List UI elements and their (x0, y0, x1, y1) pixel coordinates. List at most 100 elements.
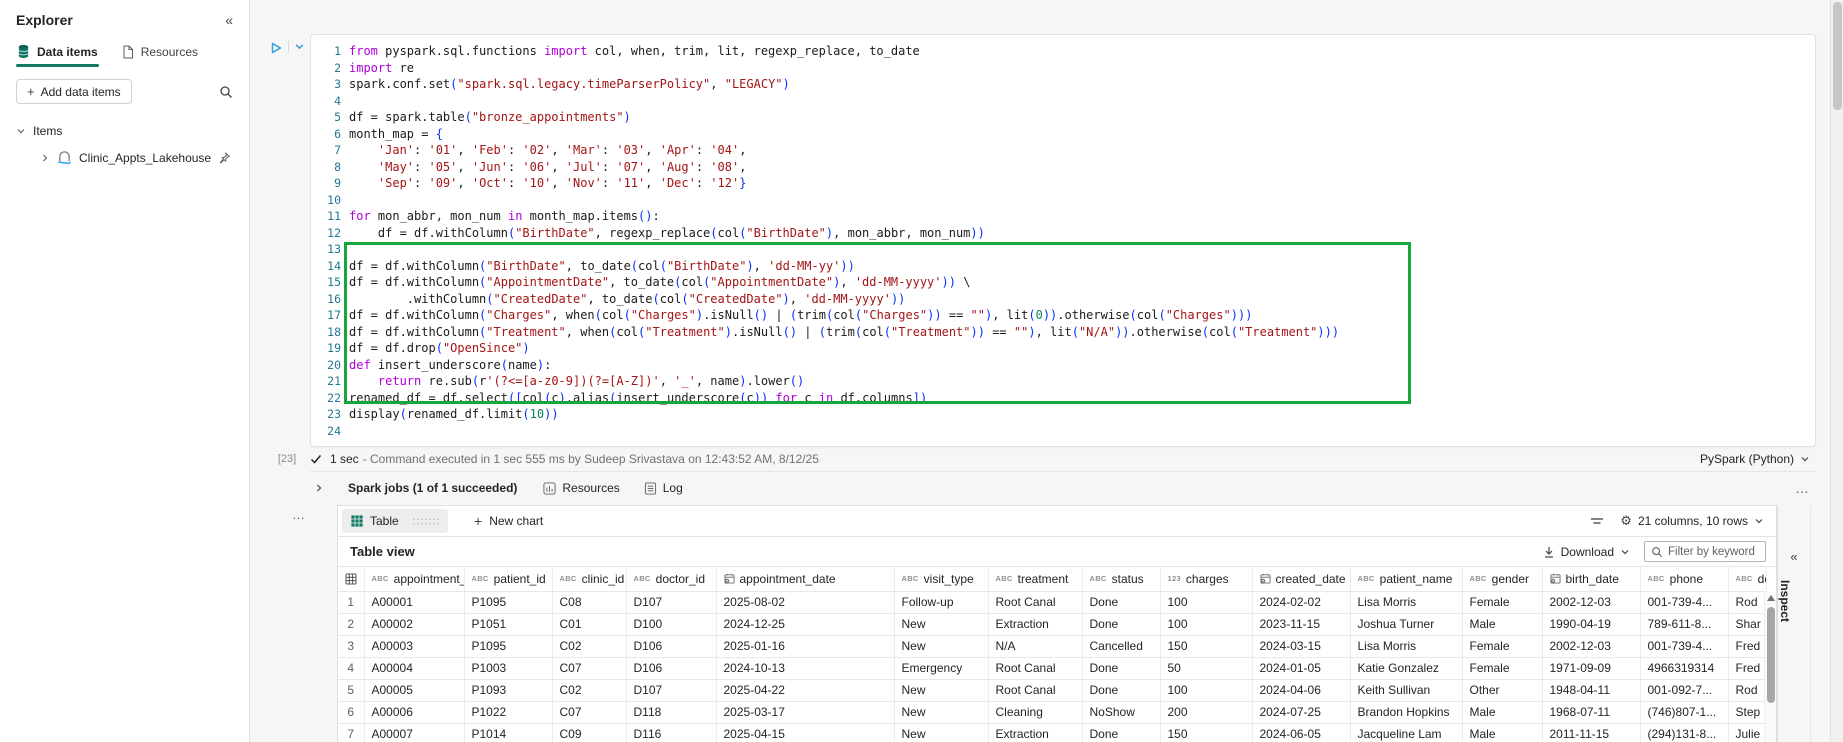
cell[interactable]: New (894, 723, 988, 742)
cell[interactable]: New (894, 701, 988, 723)
cell[interactable]: (746)807-1... (1640, 701, 1728, 723)
code-line[interactable]: 21 return re.sub(r'(?<=[a-z0-9])(?=[A-Z]… (311, 373, 1815, 390)
code-line[interactable]: 13 (311, 241, 1815, 258)
cell[interactable]: Female (1462, 635, 1542, 657)
cell[interactable]: 2024-10-13 (716, 657, 894, 679)
code-line[interactable]: 23display(renamed_df.limit(10)) (311, 406, 1815, 423)
code-line[interactable]: 16 .withColumn("CreatedDate", to_date(co… (311, 291, 1815, 308)
run-options-chevron-icon[interactable] (288, 41, 305, 52)
code-line[interactable]: 10 (311, 192, 1815, 209)
code-line[interactable]: 17df = df.withColumn("Charges", when(col… (311, 307, 1815, 324)
cell[interactable]: 2025-03-17 (716, 701, 894, 723)
cell[interactable]: Keith Sullivan (1350, 679, 1462, 701)
cell[interactable]: D106 (626, 657, 716, 679)
cell[interactable]: Lisa Morris (1350, 591, 1462, 613)
cell[interactable]: Done (1082, 723, 1160, 742)
cell[interactable]: C09 (552, 723, 626, 742)
output-more-icon[interactable]: … (292, 507, 306, 522)
cell[interactable]: 2024-01-05 (1252, 657, 1350, 679)
cell[interactable]: 150 (1160, 635, 1252, 657)
cell[interactable]: P1003 (464, 657, 552, 679)
table-row[interactable]: 4A00004P1003C07D1062024-10-13EmergencyRo… (338, 657, 1766, 679)
run-cell-button[interactable] (269, 41, 283, 55)
cell[interactable]: 2025-04-15 (716, 723, 894, 742)
cell[interactable]: A00003 (364, 635, 464, 657)
table-row[interactable]: 1A00001P1095C08D1072025-08-02Follow-upRo… (338, 591, 1766, 613)
cell[interactable]: 2024-04-06 (1252, 679, 1350, 701)
column-header-phone[interactable]: ABCphone (1640, 567, 1728, 591)
spark-jobs-label[interactable]: Spark jobs (1 of 1 succeeded) (348, 481, 517, 495)
column-header-status[interactable]: ABCstatus (1082, 567, 1160, 591)
cell[interactable]: Fred (1728, 657, 1766, 679)
cell[interactable]: P1014 (464, 723, 552, 742)
cell[interactable]: 100 (1160, 591, 1252, 613)
cell[interactable]: D100 (626, 613, 716, 635)
cell[interactable]: 100 (1160, 613, 1252, 635)
grid-corner-icon[interactable] (338, 567, 364, 591)
column-header-gender[interactable]: ABCgender (1462, 567, 1542, 591)
sidebar-collapse-icon[interactable]: « (225, 12, 233, 28)
cell[interactable]: 2025-04-22 (716, 679, 894, 701)
cell[interactable]: D107 (626, 679, 716, 701)
cell[interactable]: D107 (626, 591, 716, 613)
cell[interactable]: Julie (1728, 723, 1766, 742)
cell[interactable]: A00005 (364, 679, 464, 701)
cell[interactable]: Female (1462, 657, 1542, 679)
cell[interactable]: P1095 (464, 635, 552, 657)
code-line[interactable]: 11for mon_abbr, mon_num in month_map.ite… (311, 208, 1815, 225)
cell[interactable]: N/A (988, 635, 1082, 657)
code-line[interactable]: 7 'Jan': '01', 'Feb': '02', 'Mar': '03',… (311, 142, 1815, 159)
column-header-doctor_id[interactable]: ABCdoctor_id (626, 567, 716, 591)
chevron-down-icon[interactable] (16, 126, 26, 136)
cell[interactable]: C07 (552, 657, 626, 679)
column-header-charges[interactable]: 123charges (1160, 567, 1252, 591)
cell[interactable]: Cancelled (1082, 635, 1160, 657)
row-number[interactable]: 5 (338, 679, 364, 701)
code-line[interactable]: 1from pyspark.sql.functions import col, … (311, 43, 1815, 60)
cell[interactable]: 2024-12-25 (716, 613, 894, 635)
code-line[interactable]: 8 'May': '05', 'Jun': '06', 'Jul': '07',… (311, 159, 1815, 176)
cell[interactable]: 2024-06-05 (1252, 723, 1350, 742)
scroll-up-arrow-icon[interactable] (1767, 595, 1775, 601)
inspect-tab[interactable]: Inspect (1778, 580, 1792, 622)
cell[interactable]: Lisa Morris (1350, 635, 1462, 657)
cell[interactable]: 200 (1160, 701, 1252, 723)
cell[interactable]: P1093 (464, 679, 552, 701)
table-row[interactable]: 2A00002P1051C01D1002024-12-25NewExtracti… (338, 613, 1766, 635)
column-header-treatment[interactable]: ABCtreatment (988, 567, 1082, 591)
code-line[interactable]: 14df = df.withColumn("BirthDate", to_dat… (311, 258, 1815, 275)
cell[interactable]: C02 (552, 679, 626, 701)
cell[interactable]: Step (1728, 701, 1766, 723)
cell[interactable]: A00001 (364, 591, 464, 613)
cell[interactable]: Rod (1728, 679, 1766, 701)
row-number[interactable]: 2 (338, 613, 364, 635)
code-line[interactable]: 15df = df.withColumn("AppointmentDate", … (311, 274, 1815, 291)
cell[interactable]: 2024-03-15 (1252, 635, 1350, 657)
code-line[interactable]: 5df = spark.table("bronze_appointments") (311, 109, 1815, 126)
row-number[interactable]: 3 (338, 635, 364, 657)
cell[interactable]: 150 (1160, 723, 1252, 742)
cell[interactable]: 001-739-4... (1640, 635, 1728, 657)
cell[interactable]: NoShow (1082, 701, 1160, 723)
code-line[interactable]: 24 (311, 423, 1815, 440)
cell[interactable]: Extraction (988, 613, 1082, 635)
cell[interactable]: Female (1462, 591, 1542, 613)
code-line[interactable]: 19df = df.drop("OpenSince") (311, 340, 1815, 357)
cell[interactable]: Cleaning (988, 701, 1082, 723)
cell[interactable]: C01 (552, 613, 626, 635)
filter-keyword-input[interactable] (1668, 546, 1758, 558)
cell[interactable]: New (894, 613, 988, 635)
cell[interactable]: Jacqueline Lam (1350, 723, 1462, 742)
cell[interactable]: Katie Gonzalez (1350, 657, 1462, 679)
column-header-visit_type[interactable]: ABCvisit_type (894, 567, 988, 591)
cell[interactable]: 1971-09-09 (1542, 657, 1640, 679)
cell[interactable]: Extraction (988, 723, 1082, 742)
tab-table[interactable]: Table (342, 509, 448, 533)
column-header-appointment_date[interactable]: appointment_date (716, 567, 894, 591)
table-row[interactable]: 5A00005P1093C02D1072025-04-22NewRoot Can… (338, 679, 1766, 701)
log-tab[interactable]: Log (644, 481, 683, 495)
table-row[interactable]: 3A00003P1095C02D1062025-01-16NewN/ACance… (338, 635, 1766, 657)
row-number[interactable]: 7 (338, 723, 364, 742)
cell[interactable]: D118 (626, 701, 716, 723)
column-header-patient_id[interactable]: ABCpatient_id (464, 567, 552, 591)
